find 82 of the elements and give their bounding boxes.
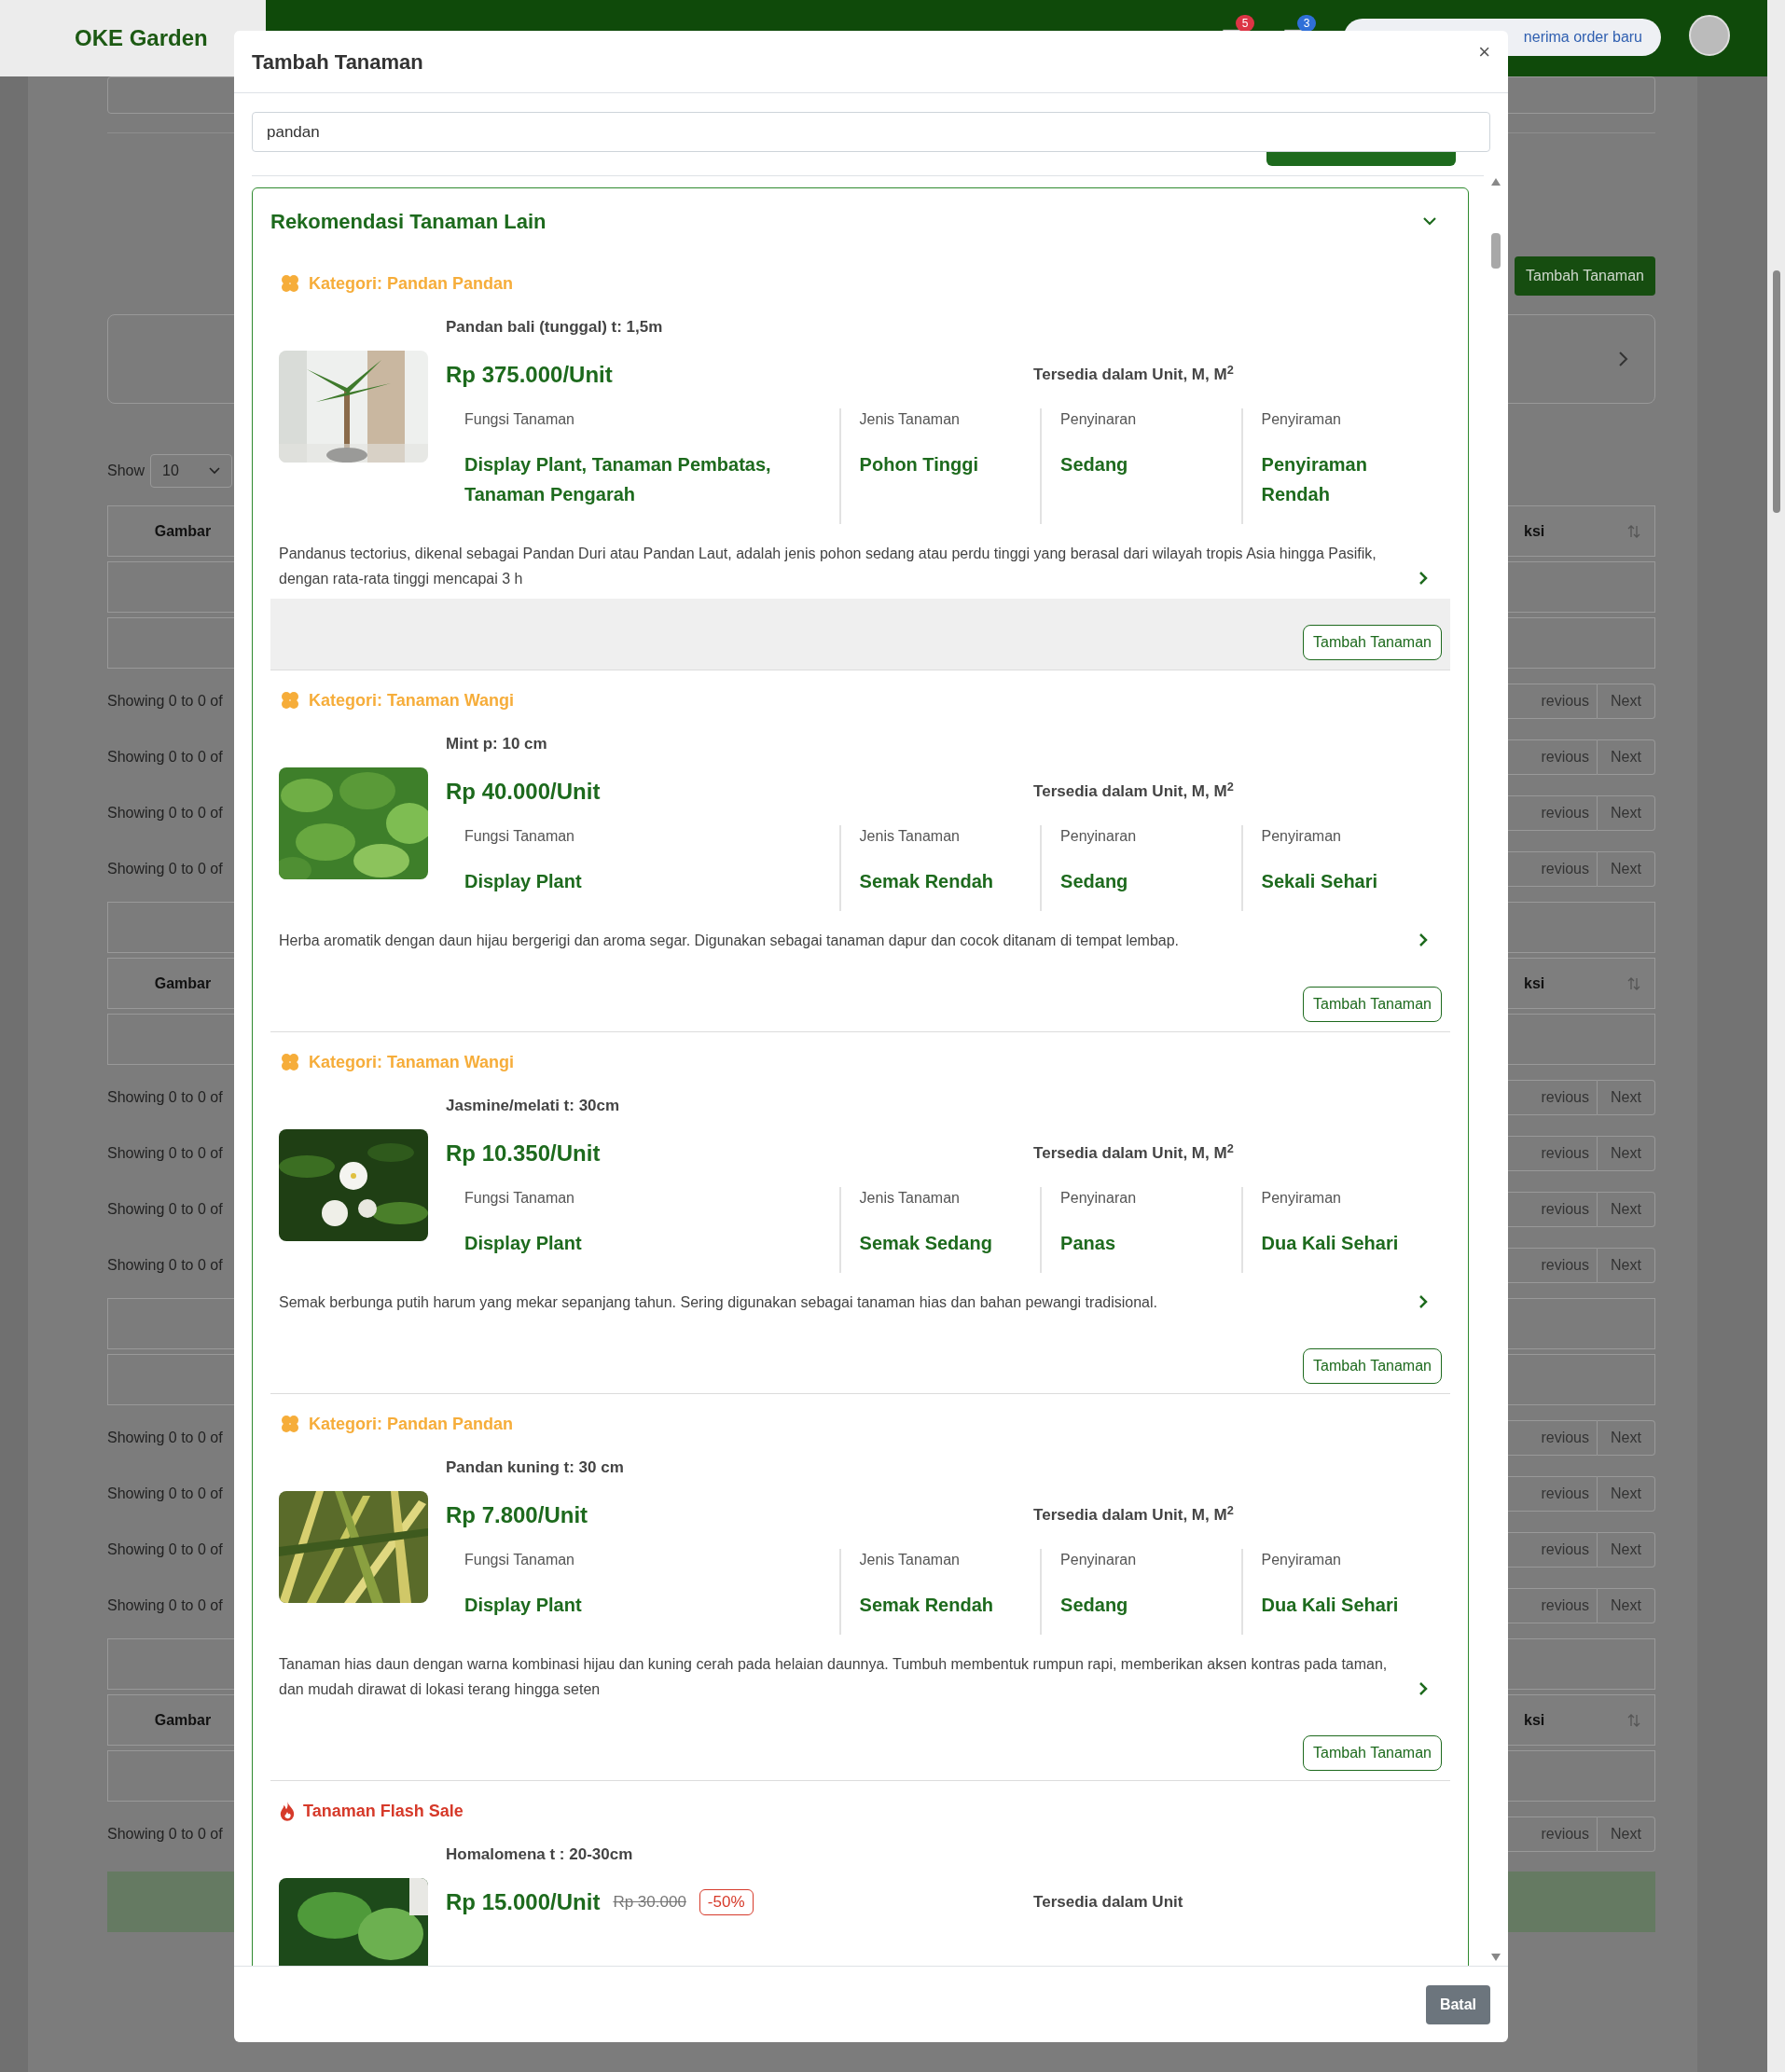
category-label: Kategori: Pandan Pandan: [309, 272, 514, 295]
entries-info: Showing 0 to 0 of: [107, 1088, 223, 1107]
attribute-label: Fungsi Tanaman: [464, 1189, 575, 1208]
availability: Tersedia dalam Unit, M, M$^{2}$: [1033, 1503, 1235, 1526]
entries-info: Showing 0 to 0 of: [107, 1596, 223, 1615]
availability: Tersedia dalam Unit: [1033, 1892, 1184, 1913]
attribute-label: Fungsi Tanaman: [464, 827, 575, 846]
category-label: Kategori: Tanaman Wangi: [309, 1051, 515, 1073]
modal-title: Tambah Tanaman: [252, 48, 423, 76]
entries-info: Showing 0 to 0 of: [107, 804, 223, 822]
attribute-value: Pohon Tinggi: [859, 453, 979, 477]
price: Rp 7.800/Unit: [446, 1501, 588, 1529]
availability: Tersedia dalam Unit, M, M$^{2}$: [1033, 1141, 1235, 1165]
price: Rp 10.350/Unit: [446, 1140, 601, 1167]
attribute-value: Sedang: [1060, 1594, 1129, 1617]
category-label: Kategori: Pandan Pandan: [309, 1413, 514, 1435]
entries-info: Showing 0 to 0 of: [107, 1540, 223, 1559]
attribute-value: Display Plant: [464, 870, 583, 893]
entries-info: Showing 0 to 0 of: [107, 1144, 223, 1163]
plant-name: Jasmine/melati t: 30cm: [446, 1096, 621, 1116]
plant-description: Tanaman hias daun dengan warna kombinasi hijau dan kuning cerah pada helaian daunnya. Tumbuh membentuk rumpun rapi, memberikan aksen kontras pada taman, dan mudah dirawat di lokasi terang hingga seten: [279, 1655, 1389, 1699]
price: Rp 375.000/Unit: [446, 361, 613, 389]
attribute-value: Sekali Sehari: [1261, 870, 1379, 893]
column-header: ksi: [1524, 521, 1546, 541]
plant-name: Homalomena t : 20-30cm: [446, 1844, 634, 1865]
attribute-label: Jenis Tanaman: [859, 410, 961, 429]
plant-description: Herba aromatik dengan daun hijau bergerigi dan aroma segar. Digunakan sebagai tanaman dapur dan cocok ditanam di tempat lembap.: [279, 932, 1181, 950]
notification-badge: 5: [1236, 15, 1254, 32]
attribute-value: Penyiraman Rendah: [1261, 453, 1368, 506]
notification-badge: 3: [1297, 15, 1316, 32]
attribute-label: Penyinaran: [1060, 410, 1138, 429]
entries-info: Showing 0 to 0 of: [107, 748, 223, 767]
availability: Tersedia dalam Unit, M, M$^{2}$: [1033, 780, 1235, 803]
entries-info: Showing 0 to 0 of: [107, 1429, 223, 1447]
panel-title: Rekomendasi Tanaman Lain: [270, 208, 547, 235]
plant-description: Semak berbunga putih harum yang mekar sepanjang tahun. Sering digunakan sebagai tanaman hias dan bahan pewangi tradisional.: [279, 1293, 1158, 1312]
attribute-label: Fungsi Tanaman: [464, 410, 575, 429]
attribute-label: Penyiraman: [1261, 1551, 1342, 1569]
availability: Tersedia dalam Unit, M, M$^{2}$: [1033, 363, 1235, 386]
attribute-value: Dua Kali Sehari: [1261, 1594, 1400, 1617]
attribute-label: Jenis Tanaman: [859, 1551, 961, 1569]
column-header: Gambar: [153, 521, 213, 541]
attribute-value: Display Plant: [464, 1232, 583, 1255]
column-header: ksi: [1524, 1710, 1546, 1730]
entries-info: Showing 0 to 0 of: [107, 1485, 223, 1503]
column-header: ksi: [1524, 974, 1546, 993]
plant-name: Pandan bali (tunggal) t: 1,5m: [446, 317, 664, 338]
attribute-label: Penyinaran: [1060, 1551, 1138, 1569]
attribute-label: Penyiraman: [1261, 1189, 1342, 1208]
plant-name: Pandan kuning t: 30 cm: [446, 1457, 625, 1478]
entries-info: Showing 0 to 0 of: [107, 1825, 223, 1844]
attribute-value: Semak Rendah: [859, 1594, 994, 1617]
price: Rp 40.000/Unit: [446, 778, 601, 806]
entries-info: Showing 0 to 0 of: [107, 1200, 223, 1219]
attribute-value: Display Plant: [464, 1594, 583, 1617]
attribute-label: Penyinaran: [1060, 827, 1138, 846]
attribute-label: Penyiraman: [1261, 827, 1342, 846]
category-label: Kategori: Tanaman Wangi: [309, 689, 515, 711]
attribute-label: Jenis Tanaman: [859, 1189, 961, 1208]
attribute-value: Semak Rendah: [859, 870, 994, 893]
attribute-label: Jenis Tanaman: [859, 827, 961, 846]
attribute-label: Penyinaran: [1060, 1189, 1138, 1208]
column-header: Gambar: [153, 1710, 213, 1730]
original-price: Rp 30.000: [613, 1892, 686, 1913]
attribute-value: Dua Kali Sehari: [1261, 1232, 1400, 1255]
column-header: Gambar: [153, 974, 213, 993]
price: Rp 15.000/Unit: [446, 1888, 601, 1916]
attribute-value: Sedang: [1060, 453, 1129, 477]
entries-info: Showing 0 to 0 of: [107, 1256, 223, 1275]
attribute-value: Semak Sedang: [859, 1232, 993, 1255]
entries-info: Showing 0 to 0 of: [107, 860, 223, 878]
category-label: Tanaman Flash Sale: [303, 1800, 464, 1822]
show-label: Show: [107, 462, 145, 480]
entries-info: Showing 0 to 0 of: [107, 692, 223, 711]
attribute-label: Penyiraman: [1261, 410, 1342, 429]
attribute-label: Fungsi Tanaman: [464, 1551, 575, 1569]
attribute-value: Panas: [1060, 1232, 1116, 1255]
plant-name: Mint p: 10 cm: [446, 734, 548, 754]
discount-badge: -50%: [699, 1889, 754, 1915]
plant-description: Pandanus tectorius, dikenal sebagai Pandan Duri atau Pandan Laut, adalah jenis pohon sedang atau perdu tinggi yang berasal dari wilayah tropis Asia hingga Pasifik, dengan rata-rata tinggi mencapai 3 h: [279, 545, 1377, 588]
attribute-value: Display Plant, Tanaman Pembatas, Tanaman Pengarah: [464, 453, 772, 506]
attribute-value: Sedang: [1060, 870, 1129, 893]
